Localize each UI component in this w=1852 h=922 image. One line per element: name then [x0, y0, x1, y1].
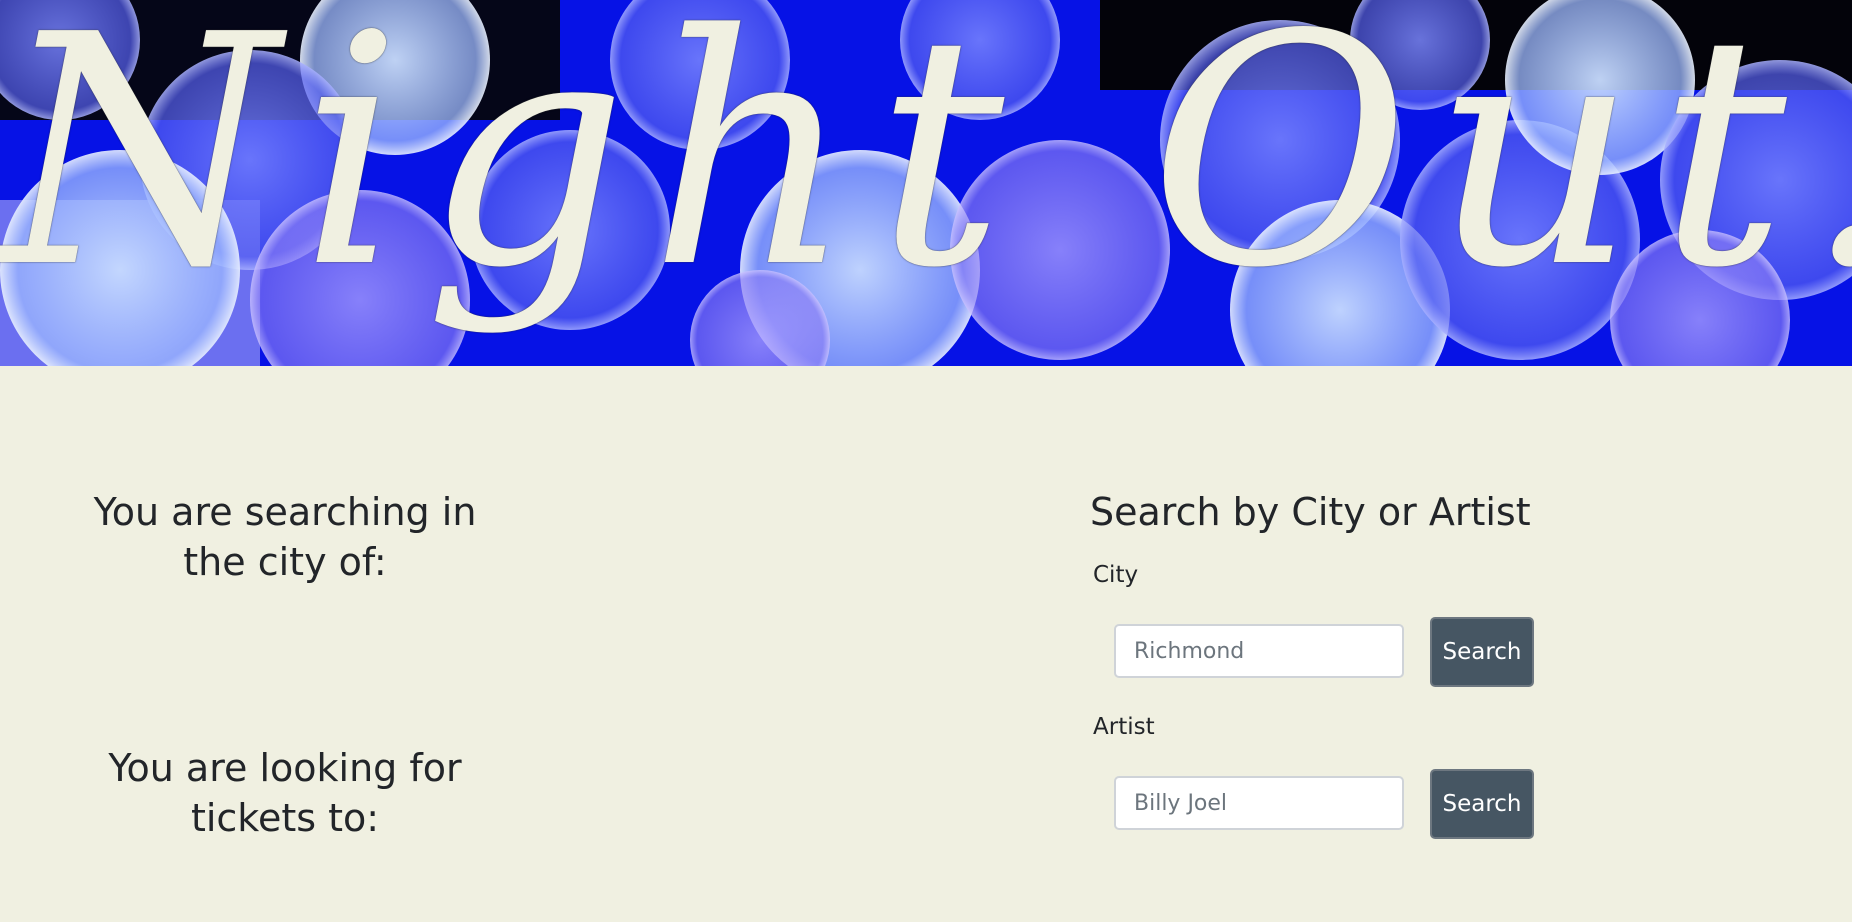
current-artist-section: You are looking for tickets to: [60, 743, 510, 843]
city-search-button[interactable]: Search [1430, 617, 1534, 687]
artist-search-input[interactable] [1114, 776, 1404, 830]
current-artist-heading: You are looking for tickets to: [108, 746, 462, 840]
hero-banner: Night Out! [0, 0, 1852, 366]
search-panel-title: Search by City or Artist [1090, 490, 1531, 534]
artist-label: Artist [1093, 714, 1155, 740]
current-city-heading: You are searching in the city of: [93, 490, 477, 584]
current-city-section: You are searching in the city of: [60, 487, 510, 587]
city-search-input[interactable] [1114, 624, 1404, 678]
search-panel: Search by City or Artist City Search Art… [1090, 487, 1690, 839]
city-label: City [1093, 562, 1139, 588]
artist-search-button[interactable]: Search [1430, 769, 1534, 839]
site-title: Night Out! [0, 0, 1852, 337]
